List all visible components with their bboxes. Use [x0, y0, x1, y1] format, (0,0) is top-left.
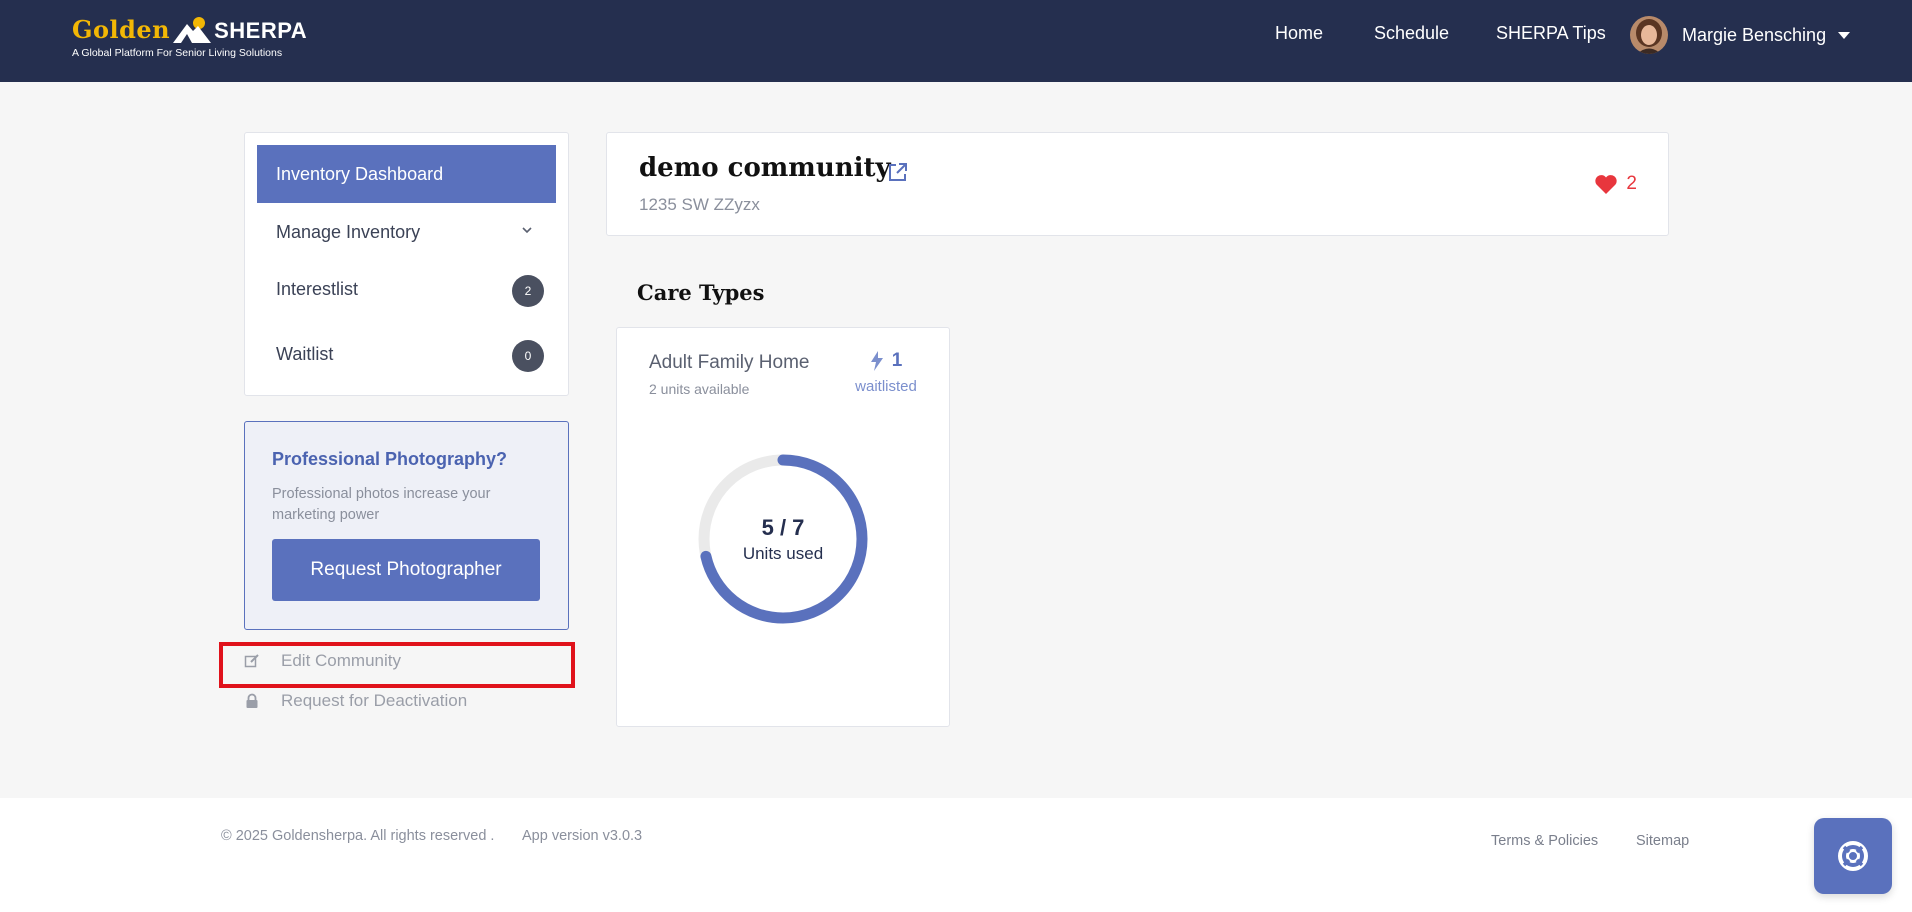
units-available: 2 units available [649, 381, 750, 397]
sidebar-item-label: Inventory Dashboard [276, 163, 444, 184]
nav-sherpa-tips[interactable]: SHERPA Tips [1496, 0, 1606, 67]
logo-sherpa-text: SHERPA [214, 18, 308, 43]
favorites-count: 2 [1626, 173, 1637, 194]
waitlisted-count: 1 [891, 350, 903, 371]
sidebar-item-inventory-dashboard[interactable]: Inventory Dashboard [257, 145, 556, 203]
user-name[interactable]: Margie Bensching [1682, 25, 1826, 46]
waitlisted-info: 1 waitlisted [851, 350, 921, 395]
promo-title: Professional Photography? [272, 449, 508, 469]
user-avatar[interactable] [1630, 16, 1668, 54]
care-types-title: Care Types [637, 280, 765, 305]
logo-tagline: A Global Platform For Senior Living Solu… [72, 47, 283, 59]
community-address: 1235 SW ZZyzx [639, 195, 760, 214]
mountain-icon [173, 17, 212, 43]
units-used-label: Units used [742, 543, 824, 563]
caret-down-icon[interactable] [1838, 31, 1851, 39]
sidebar-item-manage-inventory[interactable]: Manage Inventory [257, 203, 556, 261]
terms-policies-link[interactable]: Terms & Policies [1491, 833, 1598, 849]
highlight-box [219, 642, 575, 688]
request-deactivation-label: Request for Deactivation [281, 691, 468, 710]
waitlist-count-badge: 0 [512, 340, 544, 372]
sidebar-item-label: Waitlist [276, 343, 334, 364]
golden-sherpa-logo[interactable]: Golden SHERPA A Global Platform For Seni… [72, 14, 307, 59]
care-type-name: Adult Family Home [649, 352, 810, 373]
waitlisted-label: waitlisted [855, 378, 917, 395]
lifebuoy-icon [1838, 841, 1868, 871]
sidebar-item-waitlist[interactable]: Waitlist 0 [257, 325, 556, 383]
interestlist-count-badge: 2 [512, 275, 544, 307]
top-header: Golden SHERPA A Global Platform For Seni… [0, 0, 1912, 82]
sidebar-menu: Inventory Dashboard Manage Inventory Int… [244, 132, 569, 396]
chevron-down-icon[interactable] [522, 225, 532, 235]
sitemap-link[interactable]: Sitemap [1636, 833, 1689, 849]
copyright: © 2025 Goldensherpa. All rights reserved… [221, 828, 495, 844]
sidebar-item-interestlist[interactable]: Interestlist 2 [257, 260, 556, 318]
request-photographer-button[interactable]: Request Photographer [272, 539, 540, 601]
care-type-card[interactable]: Adult Family Home 2 units available 1 wa… [616, 327, 950, 727]
sidebar-item-label: Interestlist [276, 278, 359, 299]
nav-home[interactable]: Home [1275, 0, 1323, 67]
sidebar-item-label: Manage Inventory [276, 221, 421, 242]
community-header-card: demo community 1235 SW ZZyzx 2 [606, 132, 1669, 236]
help-button[interactable] [1814, 818, 1892, 894]
nav-schedule[interactable]: Schedule [1374, 0, 1449, 67]
logo-golden-text: Golden [72, 15, 171, 44]
promo-text: Professional photos increase your market… [272, 486, 491, 523]
community-name: demo community [639, 153, 891, 183]
donut-center: 5 / 7 Units used [695, 451, 871, 627]
external-link-icon[interactable] [887, 161, 909, 183]
app-version: App version v3.0.3 [522, 828, 643, 844]
photography-promo: Professional Photography? Professional p… [244, 421, 569, 630]
units-used-value: 5 / 7 [761, 514, 805, 540]
favorites[interactable]: 2 [1594, 173, 1637, 195]
lock-icon [246, 693, 258, 708]
bolt-icon [870, 351, 883, 371]
user-menu[interactable]: Margie Bensching [1630, 16, 1851, 54]
heart-icon [1595, 174, 1618, 194]
footer: © 2025 Goldensherpa. All rights reserved… [0, 798, 1912, 912]
